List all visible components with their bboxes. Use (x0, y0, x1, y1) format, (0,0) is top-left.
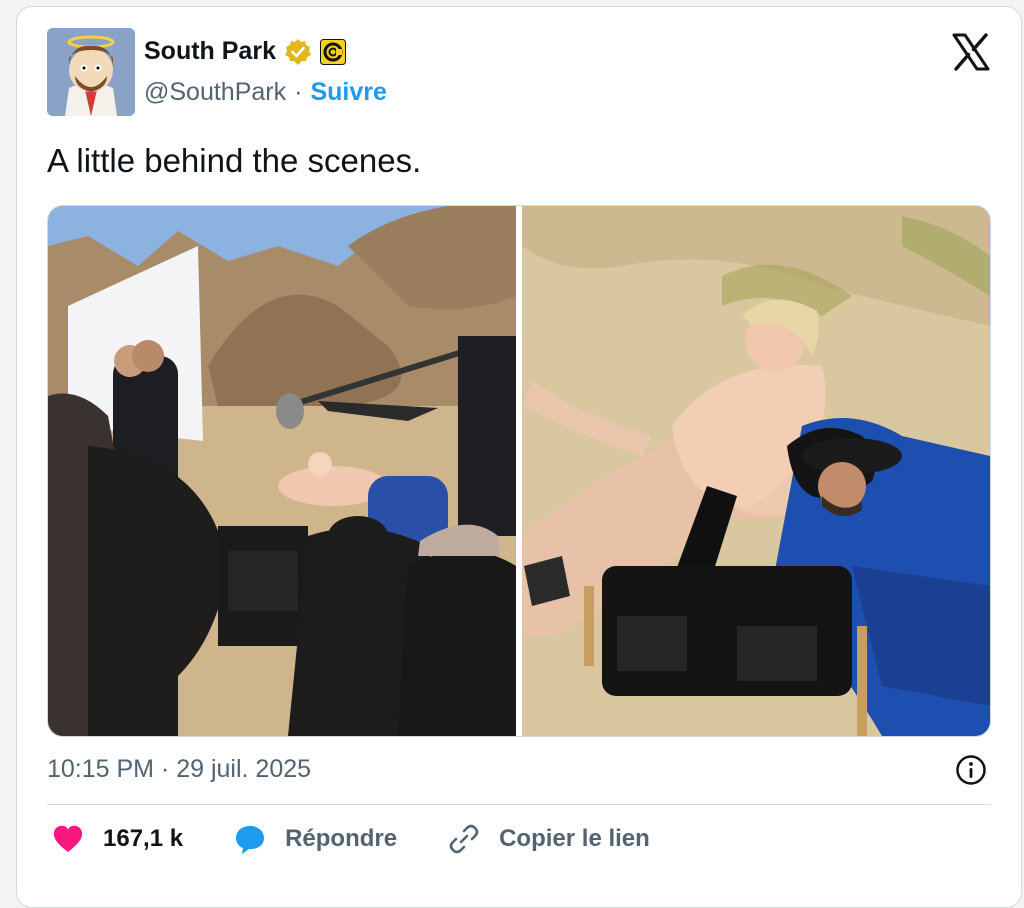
avatar[interactable] (47, 28, 135, 116)
gold-verified-badge-icon (284, 38, 311, 65)
info-icon[interactable] (955, 754, 987, 786)
tweet-text: A little behind the scenes. (47, 142, 422, 179)
like-button[interactable]: 167,1 k (51, 822, 183, 856)
action-bar: 167,1 k Répondre Copier le lien (51, 822, 700, 856)
follow-button[interactable]: Suivre (310, 78, 386, 107)
copy-link-button[interactable]: Copier le lien (447, 822, 650, 856)
reply-bubble-icon (236, 826, 265, 854)
x-logo-icon[interactable] (951, 32, 991, 72)
author-handle[interactable]: @SouthPark (144, 78, 286, 107)
author-name-row: South Park (144, 37, 346, 66)
film-set-desert-photo[interactable] (48, 206, 516, 736)
reply-label: Répondre (285, 825, 398, 852)
author-name[interactable]: South Park (144, 37, 276, 66)
actor-lying-on-sand-photo[interactable] (522, 206, 990, 736)
like-count: 167,1 k (103, 825, 184, 852)
tweet-card: South Park @SouthPark · Suivre A little … (16, 6, 1022, 908)
link-icon (449, 824, 479, 854)
divider (47, 804, 991, 805)
reply-button[interactable]: Répondre (233, 822, 397, 856)
comedy-central-badge-icon[interactable] (319, 38, 346, 65)
separator-dot: · (294, 78, 303, 106)
tweet-timestamp[interactable]: 10:15 PM · 29 juil. 2025 (47, 755, 311, 784)
handle-row: @SouthPark · Suivre (144, 78, 387, 107)
heart-icon (53, 825, 83, 852)
copy-link-label: Copier le lien (499, 825, 650, 852)
media-grid (47, 205, 991, 737)
